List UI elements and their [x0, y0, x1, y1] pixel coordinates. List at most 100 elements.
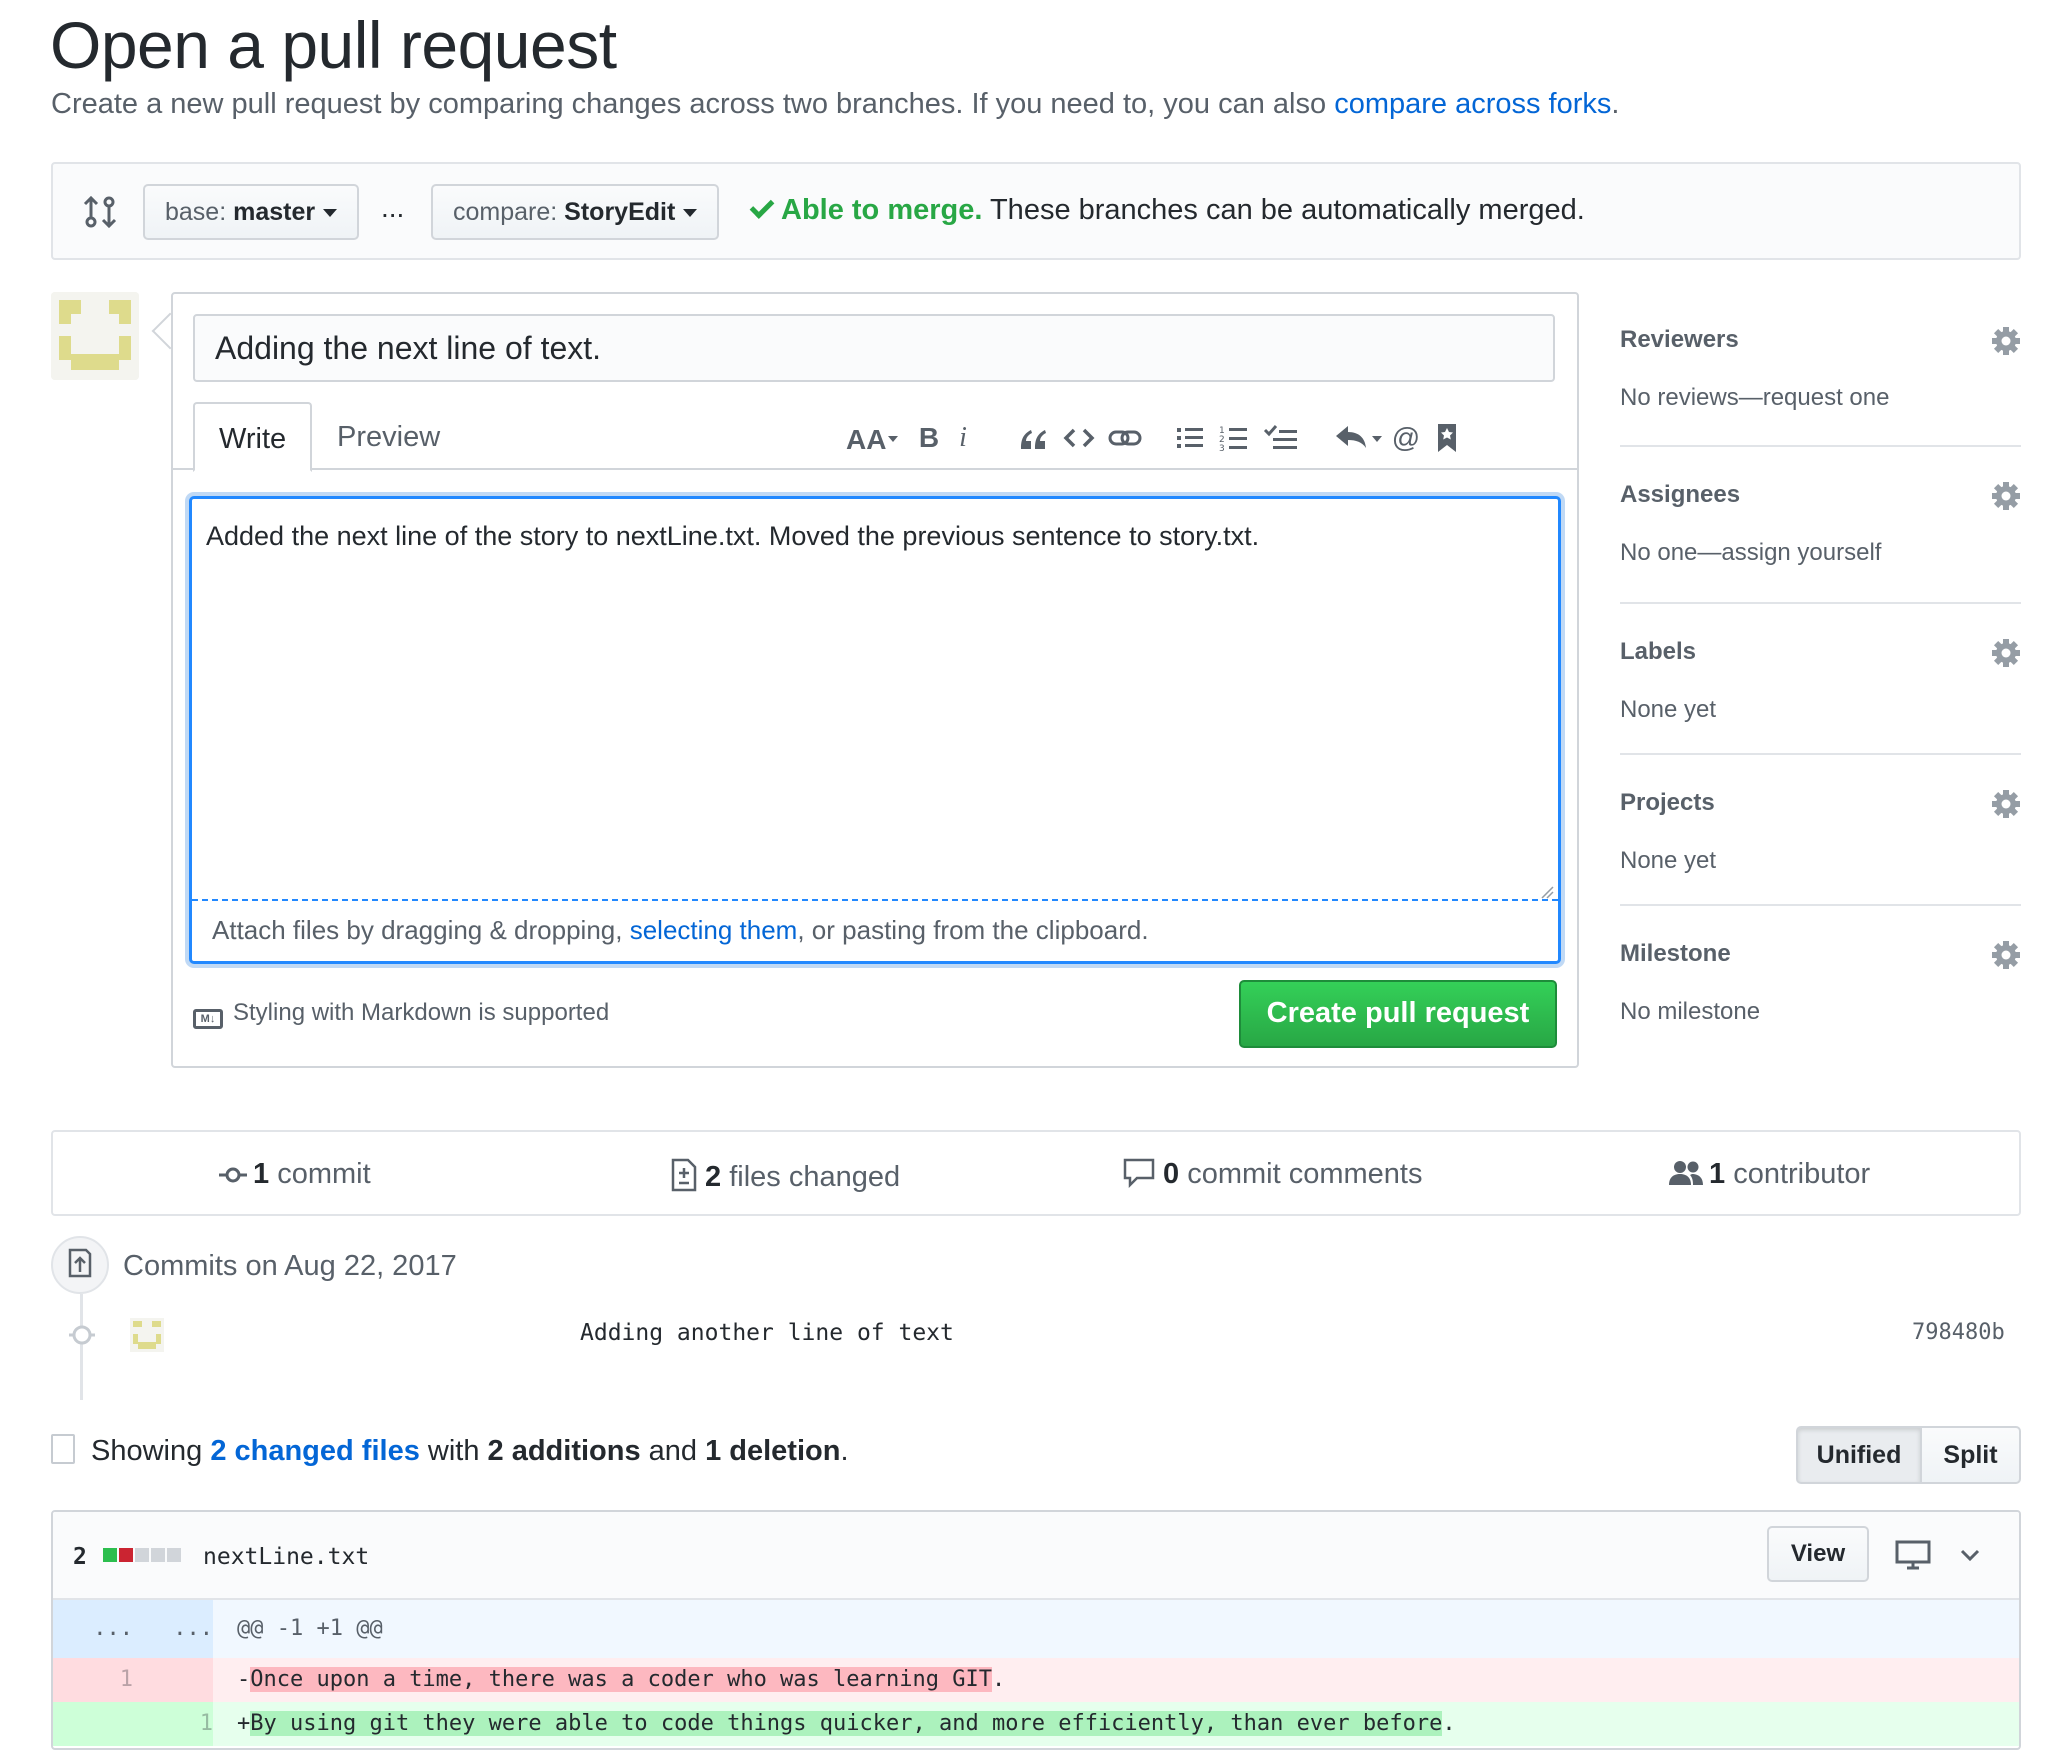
svg-text:3: 3: [1219, 444, 1225, 454]
file-diff-icon: [671, 1158, 697, 1192]
view-file-button[interactable]: View: [1767, 1526, 1869, 1582]
gear-icon[interactable]: [1991, 481, 2021, 511]
link-icon[interactable]: [1105, 418, 1145, 458]
compare-across-forks-link[interactable]: compare across forks: [1334, 88, 1611, 120]
pr-stats-bar: 1 commit 2 files changed 0 commit commen…: [51, 1130, 2021, 1216]
markdown-icon: M↓: [193, 1009, 223, 1029]
old-line-number[interactable]: 1: [53, 1658, 133, 1702]
range-separator: ...: [381, 192, 405, 223]
diff-filename[interactable]: nextLine.txt: [203, 1544, 369, 1570]
stat-files-changed[interactable]: 2 files changed: [671, 1158, 900, 1194]
pull-request-page: Open a pull request Create a new pull re…: [0, 0, 2058, 1760]
comment-icon: [1123, 1158, 1155, 1189]
diff-file: 2 nextLine.txt View ... ... @@ -1 +1 @@ …: [51, 1510, 2021, 1750]
stat-contributors[interactable]: 1 contributor: [1669, 1158, 1870, 1191]
commit-message-link[interactable]: Adding another line of text: [580, 1320, 954, 1346]
avatar[interactable]: [130, 1318, 164, 1352]
commit-icon: [69, 1325, 95, 1345]
attach-files-hint: Attach files by dragging & dropping, sel…: [212, 915, 1149, 945]
reply-icon[interactable]: [1333, 418, 1385, 458]
diffstat-bar: [103, 1548, 183, 1567]
bold-icon[interactable]: B: [913, 418, 945, 458]
split-view-button[interactable]: Split: [1920, 1426, 2021, 1484]
pull-request-form: Adding the next line of text. Write Prev…: [171, 292, 1579, 1068]
pr-title-input[interactable]: Adding the next line of text.: [193, 314, 1555, 382]
sidebar-projects: Projects None yet: [1620, 755, 2021, 906]
gear-icon[interactable]: [1991, 326, 2021, 356]
page-subtitle: Create a new pull request by comparing c…: [51, 88, 1620, 120]
people-icon: [1669, 1161, 1703, 1185]
commits-date-heading: Commits on Aug 22, 2017: [123, 1250, 457, 1282]
pr-body-textarea[interactable]: Added the next line of the story to next…: [189, 496, 1561, 964]
svg-text:AA: AA: [846, 424, 886, 455]
check-icon: [749, 194, 775, 219]
stat-commit-comments[interactable]: 0 commit comments: [1123, 1158, 1422, 1191]
gear-icon[interactable]: [1991, 940, 2021, 970]
select-files-link[interactable]: selecting them: [630, 915, 798, 945]
sidebar-assignees: Assignees No one—assign yourself: [1620, 447, 2021, 604]
chevron-down-icon[interactable]: [1957, 1538, 1983, 1572]
sidebar-value: None yet: [1620, 847, 1717, 874]
numbered-list-icon[interactable]: 123: [1217, 418, 1251, 458]
compare-icon: [83, 195, 117, 229]
avatar: [51, 292, 139, 380]
sidebar-milestone: Milestone No milestone: [1620, 906, 2021, 1056]
sidebar-heading[interactable]: Projects: [1620, 789, 1715, 817]
branch-range-editor: base: master ... compare: StoryEdit Able…: [51, 162, 2021, 260]
code-icon[interactable]: [1059, 418, 1099, 458]
changed-files-link[interactable]: 2 changed files: [210, 1435, 420, 1467]
sidebar-heading[interactable]: Assignees: [1620, 481, 1740, 509]
display-rich-diff-icon[interactable]: [1895, 1538, 1931, 1572]
editor-tabs: Write Preview AA B i 123 @: [173, 402, 1577, 472]
sidebar-value: None yet: [1620, 696, 1717, 723]
expand-down-button[interactable]: ...: [133, 1600, 213, 1658]
sidebar-heading[interactable]: Labels: [1620, 638, 1696, 666]
diff-deletion-row: 1 -Once upon a time, there was a coder w…: [53, 1658, 2019, 1702]
pr-body-text: Added the next line of the story to next…: [206, 521, 1260, 551]
bullet-list-icon[interactable]: [1173, 418, 1207, 458]
sidebar-reviewers: Reviewers No reviews—request one: [1620, 292, 2021, 447]
commit-icon: [219, 1167, 247, 1183]
commit-sha-link[interactable]: 798480b: [1912, 1320, 2005, 1345]
files-summary: Showing 2 changed files with 2 additions…: [51, 1434, 849, 1468]
gear-icon[interactable]: [1991, 638, 2021, 668]
expand-up-button[interactable]: ...: [53, 1600, 133, 1658]
diff-change-count: 2: [73, 1544, 87, 1570]
resize-handle[interactable]: [1540, 885, 1554, 899]
bookmark-icon[interactable]: [1429, 418, 1465, 458]
file-diff-icon: [51, 1434, 75, 1464]
task-list-icon[interactable]: [1261, 418, 1301, 458]
drop-zone-divider: [192, 899, 1558, 901]
create-pull-request-button[interactable]: Create pull request: [1239, 980, 1557, 1048]
mention-icon[interactable]: @: [1387, 418, 1425, 458]
chevron-down-icon: [683, 209, 698, 218]
sidebar-heading[interactable]: Milestone: [1620, 940, 1731, 968]
deleted-line: -Once upon a time, there was a coder who…: [237, 1667, 1006, 1692]
diff-file-header: 2 nextLine.txt View: [53, 1512, 2019, 1600]
sidebar-value[interactable]: No reviews—request one: [1620, 384, 1889, 412]
base-branch-select[interactable]: base: master: [143, 184, 360, 240]
sidebar-value[interactable]: No one—assign yourself: [1620, 539, 1881, 567]
header-icon[interactable]: AA: [845, 418, 903, 458]
sidebar-value: No milestone: [1620, 998, 1761, 1025]
compare-branch-select[interactable]: compare: StoryEdit: [431, 184, 720, 240]
tab-preview[interactable]: Preview: [313, 402, 464, 472]
gear-icon[interactable]: [1991, 789, 2021, 819]
added-line: +By using git they were able to code thi…: [237, 1711, 1456, 1736]
stat-commits[interactable]: 1 commit: [219, 1158, 371, 1191]
new-line-number[interactable]: 1: [133, 1702, 213, 1746]
sidebar-heading[interactable]: Reviewers: [1620, 326, 1739, 354]
chevron-down-icon: [323, 209, 338, 218]
sidebar-labels: Labels None yet: [1620, 604, 2021, 755]
quote-icon[interactable]: [1013, 418, 1053, 458]
merge-status: Able to merge. These branches can be aut…: [749, 194, 1585, 227]
hunk-header: @@ -1 +1 @@: [237, 1616, 383, 1641]
diff-addition-row: 1 +By using git they were able to code t…: [53, 1702, 2019, 1746]
commits-group-icon: [51, 1236, 109, 1294]
diff-hunk-row: ... ... @@ -1 +1 @@: [53, 1600, 2019, 1658]
page-title: Open a pull request: [50, 8, 617, 82]
markdown-support-note[interactable]: M↓ Styling with Markdown is supported: [193, 999, 609, 1029]
unified-view-button[interactable]: Unified: [1796, 1426, 1922, 1484]
italic-icon[interactable]: i: [949, 418, 977, 458]
tab-write[interactable]: Write: [193, 402, 313, 472]
